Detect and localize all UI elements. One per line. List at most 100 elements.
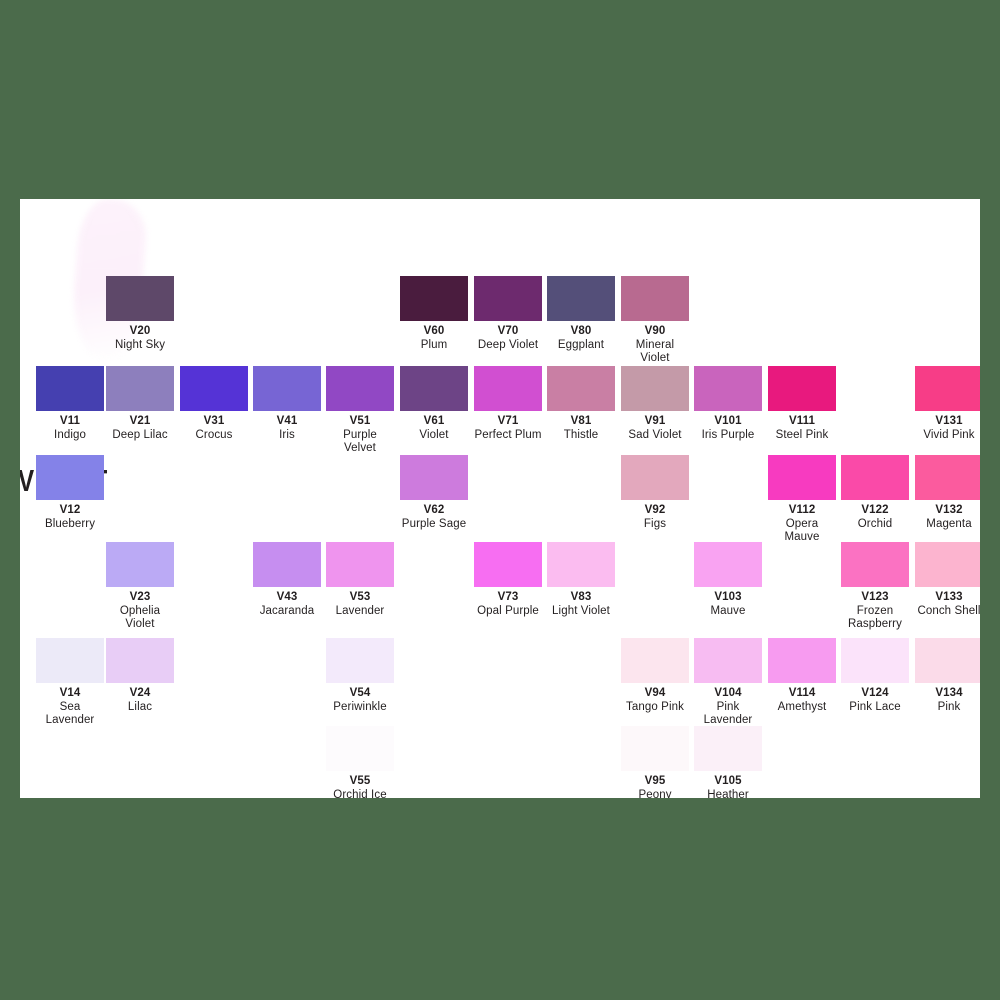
swatch-name: Perfect Plum bbox=[474, 428, 542, 441]
swatch-cell: V14 Sea Lavender bbox=[36, 638, 104, 728]
swatch-code: V90 bbox=[644, 325, 666, 337]
swatch-cell: V114 Amethyst bbox=[768, 638, 836, 714]
swatch-code: V131 bbox=[935, 415, 963, 427]
color-swatch bbox=[768, 366, 836, 411]
swatch-code: V133 bbox=[935, 591, 963, 603]
swatch-name: Vivid Pink bbox=[923, 428, 975, 441]
swatch-code: V23 bbox=[129, 591, 151, 603]
color-swatch bbox=[326, 726, 394, 771]
color-swatch bbox=[694, 638, 762, 683]
swatch-cell: V55 Orchid Ice bbox=[326, 726, 394, 798]
color-swatch bbox=[106, 366, 174, 411]
color-swatch bbox=[547, 542, 615, 587]
color-swatch bbox=[474, 276, 542, 321]
swatch-cell: V91 Sad Violet bbox=[621, 366, 689, 442]
color-swatch bbox=[106, 276, 174, 321]
swatch-name: Peony bbox=[638, 788, 672, 799]
swatch-code: V20 bbox=[129, 325, 151, 337]
swatch-cell: V90 Mineral Violet bbox=[621, 276, 689, 366]
swatch-cell: V133 Conch Shell bbox=[915, 542, 980, 618]
swatch-name: Mauve bbox=[710, 604, 746, 617]
swatch-cell: V73 Opal Purple bbox=[474, 542, 542, 618]
swatch-cell: V83 Light Violet bbox=[547, 542, 615, 618]
swatch-cell: V41 Iris bbox=[253, 366, 321, 442]
color-swatch bbox=[694, 366, 762, 411]
swatch-name: Plum bbox=[420, 338, 448, 351]
swatch-cell: V105 Heather bbox=[694, 726, 762, 798]
color-swatch bbox=[841, 455, 909, 500]
swatch-cell: V70 Deep Violet bbox=[474, 276, 542, 352]
swatch-name: Iris bbox=[279, 428, 295, 441]
swatch-cell: V122 Orchid bbox=[841, 455, 909, 531]
swatch-cell: V112 Opera Mauve bbox=[768, 455, 836, 545]
color-swatch bbox=[621, 638, 689, 683]
swatch-cell: V80 Eggplant bbox=[547, 276, 615, 352]
swatch-cell: V62 Purple Sage bbox=[400, 455, 468, 531]
swatch-code: V94 bbox=[644, 687, 666, 699]
swatch-cell: V43 Jacaranda bbox=[253, 542, 321, 618]
swatch-cell: V124 Pink Lace bbox=[841, 638, 909, 714]
swatch-name: Thistle bbox=[563, 428, 599, 441]
swatch-cell: V20 Night Sky bbox=[106, 276, 174, 352]
swatch-name: Periwinkle bbox=[333, 700, 387, 713]
swatch-name: Steel Pink bbox=[775, 428, 829, 441]
swatch-cell: V95 Peony bbox=[621, 726, 689, 798]
swatch-name: Ophelia Violet bbox=[119, 604, 161, 631]
color-swatch bbox=[915, 542, 980, 587]
swatch-code: V62 bbox=[423, 504, 445, 516]
swatch-code: V114 bbox=[788, 687, 816, 699]
swatch-code: V54 bbox=[349, 687, 371, 699]
color-swatch bbox=[253, 366, 321, 411]
swatch-code: V61 bbox=[423, 415, 445, 427]
swatch-code: V70 bbox=[497, 325, 519, 337]
swatch-code: V51 bbox=[349, 415, 371, 427]
color-swatch bbox=[841, 638, 909, 683]
swatch-code: V83 bbox=[570, 591, 592, 603]
swatch-name: Pink Lace bbox=[849, 700, 901, 713]
swatch-name: Tango Pink bbox=[626, 700, 684, 713]
color-swatch bbox=[841, 542, 909, 587]
swatch-code: V124 bbox=[861, 687, 889, 699]
swatch-cell: V101 Iris Purple bbox=[694, 366, 762, 442]
color-swatch bbox=[474, 542, 542, 587]
swatch-code: V55 bbox=[349, 775, 371, 787]
color-swatch bbox=[400, 276, 468, 321]
swatch-code: V81 bbox=[570, 415, 592, 427]
color-chart-panel: VIOLET V20Night SkyV60PlumV70Deep Violet… bbox=[20, 199, 980, 798]
swatch-cell: V134 Pink bbox=[915, 638, 980, 714]
swatch-name: Lilac bbox=[127, 700, 153, 713]
color-swatch bbox=[547, 366, 615, 411]
swatch-name: Purple Velvet bbox=[343, 428, 377, 455]
swatch-code: V112 bbox=[788, 504, 816, 516]
swatch-cell: V61 Violet bbox=[400, 366, 468, 442]
swatch-cell: V60 Plum bbox=[400, 276, 468, 352]
swatch-cell: V11 Indigo bbox=[36, 366, 104, 442]
swatch-name: Heather bbox=[707, 788, 749, 799]
swatch-name: Night Sky bbox=[114, 338, 166, 351]
swatch-code: V103 bbox=[714, 591, 742, 603]
swatch-cell: V21 Deep Lilac bbox=[106, 366, 174, 442]
swatch-name: Pink Lavender bbox=[703, 700, 753, 727]
color-swatch bbox=[621, 455, 689, 500]
swatch-name: Conch Shell bbox=[917, 604, 980, 617]
swatch-code: V95 bbox=[644, 775, 666, 787]
swatch-cell: V54 Periwinkle bbox=[326, 638, 394, 714]
swatch-cell: V71 Perfect Plum bbox=[474, 366, 542, 442]
swatch-cell: V104 Pink Lavender bbox=[694, 638, 762, 728]
swatch-name: Jacaranda bbox=[259, 604, 315, 617]
swatch-code: V53 bbox=[349, 591, 371, 603]
swatch-cell: V103 Mauve bbox=[694, 542, 762, 618]
swatch-code: V92 bbox=[644, 504, 666, 516]
color-swatch bbox=[915, 638, 980, 683]
swatch-cell: V132 Magenta bbox=[915, 455, 980, 531]
swatch-name: Mineral Violet bbox=[635, 338, 675, 365]
swatch-code: V14 bbox=[59, 687, 81, 699]
color-swatch bbox=[474, 366, 542, 411]
swatch-cell: V31 Crocus bbox=[180, 366, 248, 442]
swatch-code: V132 bbox=[935, 504, 963, 516]
color-swatch bbox=[915, 455, 980, 500]
swatch-code: V11 bbox=[59, 415, 81, 427]
swatch-cell: V53 Lavender bbox=[326, 542, 394, 618]
swatch-cell: V51 Purple Velvet bbox=[326, 366, 394, 456]
swatch-cell: V94 Tango Pink bbox=[621, 638, 689, 714]
